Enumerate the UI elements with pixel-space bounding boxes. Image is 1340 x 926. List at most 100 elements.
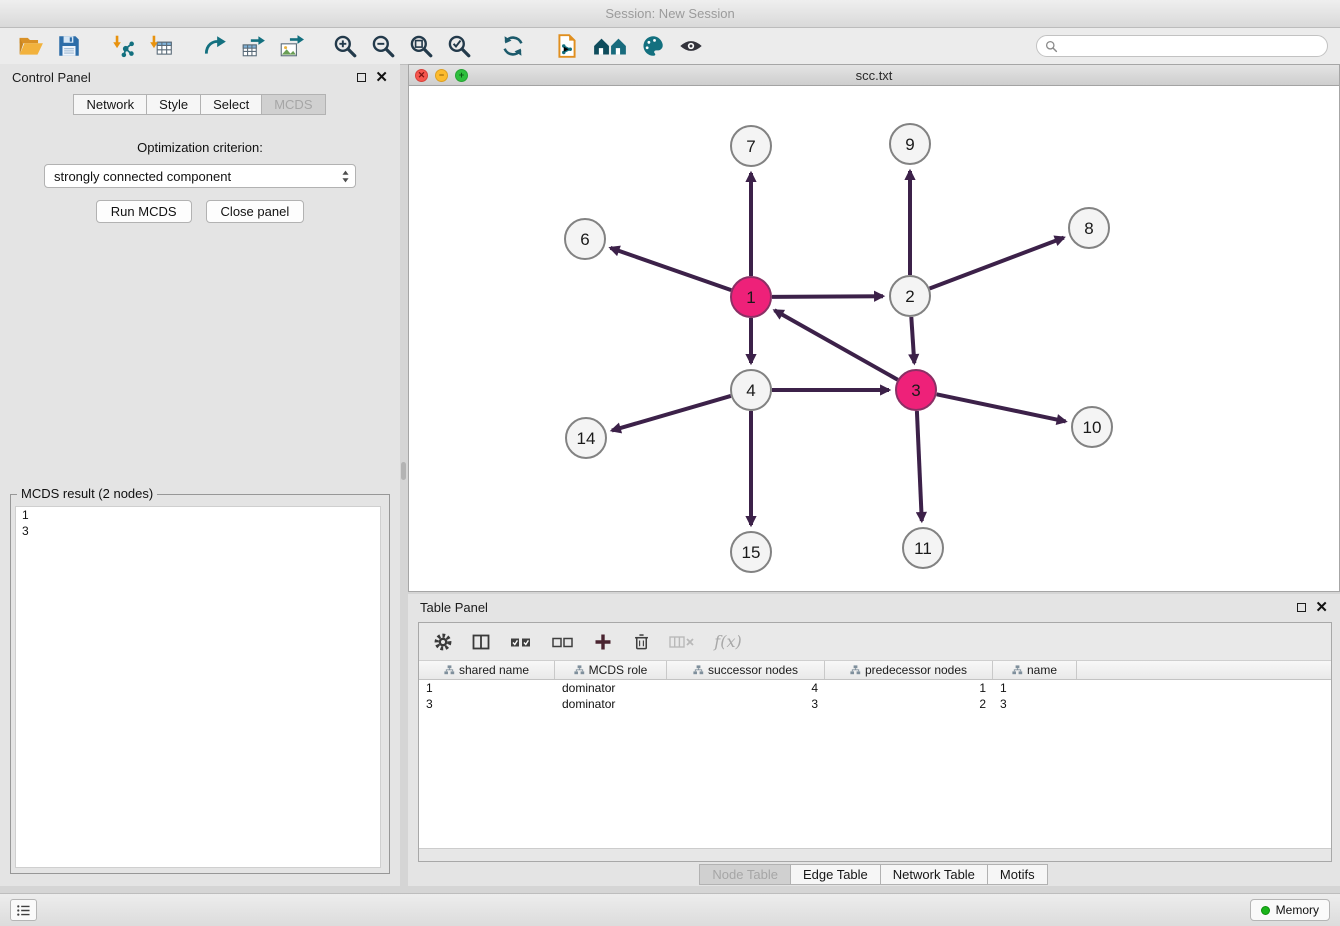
column-header-predecessor-nodes[interactable]: predecessor nodes: [825, 661, 993, 679]
result-item[interactable]: 1: [16, 507, 380, 523]
graph-edge[interactable]: [937, 394, 1066, 421]
export-table-icon: [240, 33, 266, 59]
show-hide-button[interactable]: [672, 31, 710, 61]
network-graph[interactable]: 7 9 6 8 1 2 4 3 14 10 15 11: [409, 86, 1339, 590]
column-header-MCDS-role[interactable]: MCDS role: [555, 661, 667, 679]
search-icon: [1045, 40, 1058, 53]
criterion-dropdown[interactable]: strongly connected component: [44, 164, 356, 188]
panel-divider-handle[interactable]: [401, 462, 406, 480]
home-layout-button[interactable]: [586, 31, 634, 61]
table-cell: dominator: [555, 680, 667, 696]
zoom-selected-button[interactable]: [440, 31, 478, 61]
tab-mcds[interactable]: MCDS: [261, 94, 325, 115]
close-panel-icon[interactable]: ✕: [1315, 600, 1328, 615]
graph-node[interactable]: 15: [731, 532, 771, 572]
open-folder-icon: [18, 33, 44, 59]
zoom-fit-button[interactable]: [402, 31, 440, 61]
deselect-all-button[interactable]: [549, 630, 577, 654]
export-table-button[interactable]: [234, 31, 272, 61]
tab-network[interactable]: Network: [73, 94, 147, 115]
network-window: scc.txt ✕ − + 7968124314101511: [408, 64, 1340, 592]
table-hscrollbar[interactable]: [419, 848, 1331, 861]
window-zoom-icon[interactable]: +: [455, 69, 468, 82]
tab-style[interactable]: Style: [146, 94, 201, 115]
refresh-layout-button[interactable]: [494, 31, 532, 61]
result-item[interactable]: 3: [16, 523, 380, 539]
run-mcds-button[interactable]: Run MCDS: [96, 200, 192, 223]
style-palette-button[interactable]: [634, 31, 672, 61]
home-icon: [592, 33, 628, 59]
add-row-button[interactable]: [591, 630, 615, 654]
dropdown-stepper-icon: [335, 169, 355, 184]
svg-text:11: 11: [914, 539, 932, 558]
status-bar: Memory: [0, 893, 1340, 926]
plus-icon: [593, 632, 613, 652]
tab-edge-table[interactable]: Edge Table: [790, 864, 881, 885]
zoom-out-button[interactable]: [364, 31, 402, 61]
graph-edge[interactable]: [612, 396, 731, 431]
graph-node[interactable]: 8: [1069, 208, 1109, 248]
tab-select[interactable]: Select: [200, 94, 262, 115]
close-panel-button[interactable]: Close panel: [206, 200, 305, 223]
column-type-icon: [850, 665, 861, 675]
refresh-icon: [500, 33, 526, 59]
open-session-button[interactable]: [12, 31, 50, 61]
optimization-criterion-label: Optimization criterion:: [0, 140, 400, 155]
table-panel-title: Table Panel: [420, 600, 488, 615]
export-network-button[interactable]: [196, 31, 234, 61]
column-header-shared-name[interactable]: shared name: [419, 661, 555, 679]
select-all-button[interactable]: [507, 630, 535, 654]
window-close-icon[interactable]: ✕: [415, 69, 428, 82]
graph-node[interactable]: 1: [731, 277, 771, 317]
svg-text:4: 4: [746, 381, 755, 400]
table-cell: 1: [825, 680, 993, 696]
graph-edge[interactable]: [911, 317, 914, 363]
zoom-in-button[interactable]: [326, 31, 364, 61]
graph-node[interactable]: 3: [896, 370, 936, 410]
delete-column-button[interactable]: [667, 630, 697, 654]
column-type-icon: [1012, 665, 1023, 675]
tab-node-table[interactable]: Node Table: [699, 864, 791, 885]
graph-edge[interactable]: [930, 238, 1064, 289]
mcds-result-list[interactable]: 13: [15, 506, 381, 868]
criterion-dropdown-value: strongly connected component: [54, 169, 231, 184]
column-header-successor-nodes[interactable]: successor nodes: [667, 661, 825, 679]
graph-node[interactable]: 2: [890, 276, 930, 316]
graph-edge[interactable]: [611, 248, 732, 290]
graph-node[interactable]: 7: [731, 126, 771, 166]
graph-edge[interactable]: [775, 310, 898, 379]
window-titlebar: Session: New Session: [0, 0, 1340, 28]
search-box[interactable]: [1036, 35, 1328, 57]
memory-button[interactable]: Memory: [1250, 899, 1330, 921]
window-minimize-icon[interactable]: −: [435, 69, 448, 82]
close-panel-icon[interactable]: ✕: [375, 70, 388, 85]
graph-edge[interactable]: [772, 296, 883, 297]
tab-network-table[interactable]: Network Table: [880, 864, 988, 885]
search-input[interactable]: [1063, 39, 1319, 53]
tab-motifs[interactable]: Motifs: [987, 864, 1048, 885]
graph-node[interactable]: 14: [566, 418, 606, 458]
show-columns-button[interactable]: [469, 630, 493, 654]
graph-edge[interactable]: [917, 411, 922, 521]
graph-node[interactable]: 4: [731, 370, 771, 410]
zoom-in-icon: [332, 33, 358, 59]
save-session-button[interactable]: [50, 31, 88, 61]
import-network-button[interactable]: [104, 31, 142, 61]
float-window-icon[interactable]: [357, 73, 366, 82]
graph-node[interactable]: 10: [1072, 407, 1112, 447]
import-table-button[interactable]: [142, 31, 180, 61]
delete-row-button[interactable]: [629, 630, 653, 654]
table-cell: 3: [667, 696, 825, 712]
clone-network-button[interactable]: [548, 31, 586, 61]
export-image-button[interactable]: [272, 31, 310, 61]
float-window-icon[interactable]: [1297, 603, 1306, 612]
settings-gear-button[interactable]: [431, 630, 455, 654]
table-row[interactable]: 3dominator323: [419, 696, 1331, 712]
graph-node[interactable]: 9: [890, 124, 930, 164]
function-builder-button[interactable]: f(x): [711, 630, 745, 654]
column-header-name[interactable]: name: [993, 661, 1077, 679]
table-row[interactable]: 1dominator411: [419, 680, 1331, 696]
graph-node[interactable]: 11: [903, 528, 943, 568]
task-history-button[interactable]: [10, 899, 37, 921]
graph-node[interactable]: 6: [565, 219, 605, 259]
